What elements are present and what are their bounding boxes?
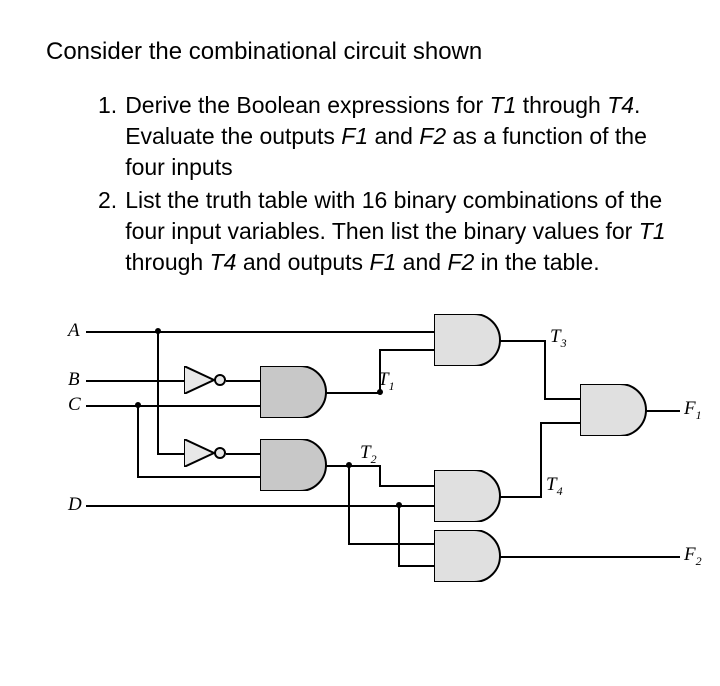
and-gate-T2 <box>260 439 330 491</box>
input-label-B: B <box>68 369 80 391</box>
input-label-A: A <box>68 320 80 342</box>
signal-label-T3: T3 <box>550 326 567 351</box>
list-item-2: 2. List the truth table with 16 binary c… <box>98 185 680 278</box>
output-label-F1: F1 <box>684 398 702 423</box>
list-text: List the truth table with 16 binary comb… <box>125 185 680 278</box>
and-gate-F2 <box>434 530 504 582</box>
not-gate-B <box>184 366 230 394</box>
input-label-C: C <box>68 394 81 416</box>
circuit-diagram: A B C D <box>50 314 690 614</box>
page-title: Consider the combinational circuit shown <box>46 38 680 66</box>
list-number: 1. <box>98 90 117 183</box>
list-number: 2. <box>98 185 117 278</box>
and-gate-T1 <box>260 366 330 418</box>
list-text: Derive the Boolean expressions for T1 th… <box>125 90 680 183</box>
and-gate-F1 <box>580 384 650 436</box>
question-list: 1. Derive the Boolean expressions for T1… <box>98 90 680 278</box>
list-item-1: 1. Derive the Boolean expressions for T1… <box>98 90 680 183</box>
signal-label-T2: T2 <box>360 442 377 467</box>
and-gate-T4 <box>434 470 504 522</box>
not-gate-lower <box>184 439 230 467</box>
input-label-D: D <box>68 494 82 516</box>
and-gate-T3 <box>434 314 504 366</box>
signal-label-T4: T4 <box>546 474 563 499</box>
output-label-F2: F2 <box>684 544 702 569</box>
